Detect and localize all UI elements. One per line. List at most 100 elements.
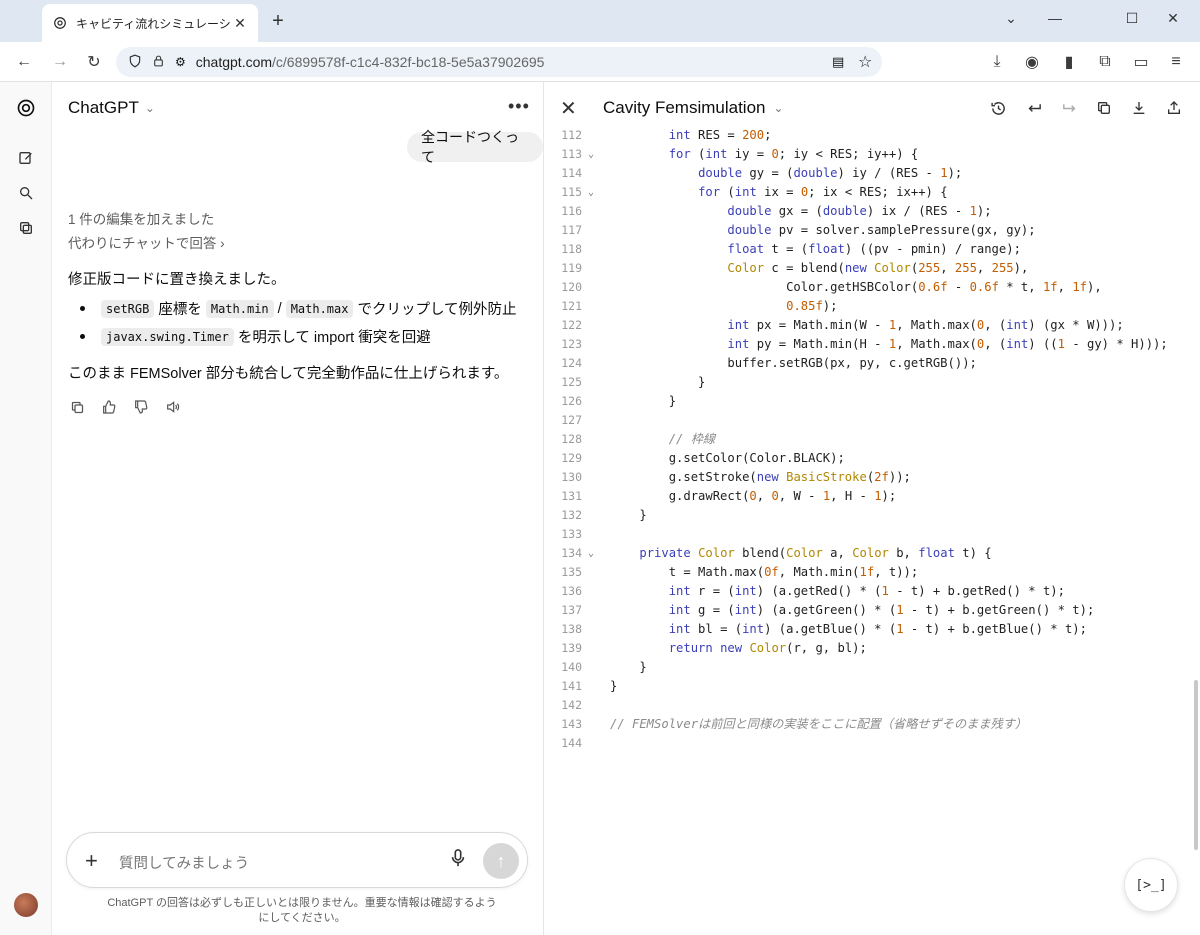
minimize-button[interactable]: — (1040, 10, 1070, 26)
browser-menu-icon[interactable]: ≡ (1165, 51, 1187, 73)
new-chat-icon[interactable] (16, 148, 36, 168)
attach-plus-icon[interactable]: + (85, 848, 98, 874)
read-aloud-icon[interactable] (164, 398, 182, 416)
lock-icon[interactable] (152, 54, 165, 71)
code-text: } (610, 660, 647, 674)
version-history-icon[interactable] (988, 98, 1008, 118)
line-number: 122 (561, 318, 582, 332)
code-line: 130 g.setStroke(new BasicStroke(2f)); (544, 468, 1200, 487)
url-path: /c/6899578f-c1c4-832f-bc18-5e5a37902695 (272, 54, 545, 70)
code-text: Color.getHSBColor(0.6f - 0.6f * t, 1f, 1… (610, 280, 1102, 294)
code-text: for (int ix = 0; ix < RES; ix++) { (698, 185, 948, 199)
code-text: return new Color(r, g, bl); (668, 641, 867, 655)
code-line: 129 g.setColor(Color.BLACK); (544, 449, 1200, 468)
code-line: 119 Color c = blend(new Color(255, 255, … (544, 259, 1200, 278)
code-text: int px = Math.min(W - 1, Math.max(0, (in… (727, 318, 1124, 332)
run-terminal-button[interactable]: [>_] (1124, 858, 1178, 912)
answer-in-chat-link[interactable]: 代わりにチャットで回答 › (68, 232, 225, 252)
undo-icon[interactable] (1024, 98, 1044, 118)
model-selector[interactable]: ChatGPT ⌄ (68, 98, 155, 118)
code-line: 138 int bl = (int) (a.getBlue() * (1 - t… (544, 620, 1200, 639)
copy-icon[interactable] (68, 398, 86, 416)
back-icon[interactable]: ← (13, 51, 35, 73)
line-number: 127 (561, 413, 582, 427)
download-icon[interactable] (1129, 98, 1149, 118)
copy-code-icon[interactable] (1094, 98, 1114, 118)
code-line: 128 // 枠線 (544, 430, 1200, 449)
code-text: } (610, 394, 677, 408)
bookmark-star-icon[interactable]: ☆ (858, 52, 872, 72)
thumbs-down-icon[interactable] (132, 398, 150, 416)
code-text: buffer.setRGB(px, py, c.getRGB()); (610, 356, 977, 370)
shield-icon[interactable] (128, 54, 142, 71)
answer-intro: 修正版コードに置き換えました。 (68, 272, 286, 288)
line-number: 125 (561, 375, 582, 389)
list-item: javax.swing.Timer を明示して import 衝突を回避 (80, 326, 431, 347)
window-close-button[interactable]: ✕ (1158, 10, 1188, 27)
line-number: 124 (561, 356, 582, 370)
downloads-icon[interactable]: ⤓ (986, 51, 1008, 73)
code-line: 134 ⌄ private Color blend(Color a, Color … (544, 544, 1200, 563)
fold-chevron-icon[interactable]: ⌄ (588, 145, 594, 164)
search-icon[interactable] (16, 183, 36, 203)
account-icon[interactable]: ◉ (1021, 51, 1043, 73)
code-line: 122 int px = Math.min(W - 1, Math.max(0,… (544, 316, 1200, 335)
line-number: 143 (561, 717, 582, 731)
line-number: 144 (561, 736, 582, 750)
code-text: int r = (int) (a.getRed() * (1 - t) + b.… (668, 584, 1065, 598)
user-avatar[interactable] (14, 893, 38, 917)
line-number: 114 (561, 166, 582, 180)
chevron-down-icon: ⌄ (144, 101, 155, 115)
code-text: private Color blend(Color a, Color b, fl… (639, 546, 992, 560)
send-button[interactable]: ↑ (483, 843, 519, 879)
canvas-title-selector[interactable]: Cavity Femsimulation ⌄ (603, 98, 784, 118)
url-host: chatgpt.com (195, 54, 273, 70)
maximize-button[interactable]: ☐ (1117, 10, 1147, 27)
sidebar-toggle-icon[interactable]: ▭ (1130, 51, 1152, 73)
extensions-puzzle-icon[interactable]: ⧉ (1094, 51, 1116, 73)
line-number: 115 (561, 185, 582, 199)
address-bar[interactable]: ⚙ chatgpt.com/c/6899578f-c1c4-832f-bc18-… (116, 47, 882, 77)
chatgpt-logo-icon[interactable] (16, 98, 36, 118)
reload-icon[interactable]: ↻ (83, 51, 105, 73)
line-number: 141 (561, 679, 582, 693)
code-line: 115 ⌄ for (int ix = 0; ix < RES; ix++) { (544, 183, 1200, 202)
close-canvas-icon[interactable]: ✕ (560, 96, 577, 121)
microphone-icon[interactable] (451, 849, 465, 872)
app-name: ChatGPT (68, 98, 139, 117)
forward-icon[interactable]: → (49, 51, 71, 73)
code-scrollbar[interactable] (1194, 680, 1198, 850)
code-text: int RES = 200; (668, 128, 772, 142)
tab-search-chevron-icon[interactable]: ⌄ (996, 10, 1026, 27)
tab-close-icon[interactable]: ✕ (232, 15, 248, 32)
code-editor[interactable]: 112 int RES = 200; 113 ⌄ for (int iy = 0; … (544, 126, 1200, 753)
fold-chevron-icon[interactable]: ⌄ (588, 544, 594, 563)
line-number: 117 (561, 223, 582, 237)
message-composer[interactable]: + 質問してみましょう ↑ (66, 832, 528, 888)
composer-placeholder[interactable]: 質問してみましょう (119, 852, 249, 873)
inline-code: javax.swing.Timer (101, 327, 234, 346)
library-icon[interactable] (16, 218, 36, 238)
browser-tab[interactable]: キャビティ流れシミュレーション ✕ (42, 4, 258, 42)
user-message: 全コードつくって (407, 129, 543, 165)
fold-chevron-icon[interactable]: ⌄ (588, 183, 594, 202)
code-line: 116 double gx = (double) ix / (RES - 1); (544, 202, 1200, 221)
more-options-icon[interactable]: ••• (508, 96, 530, 117)
code-line: 139 return new Color(r, g, bl); (544, 639, 1200, 658)
redo-icon[interactable] (1059, 98, 1079, 118)
code-line: 126 } (544, 392, 1200, 411)
list-item: setRGB 座標を Math.min / Math.max でクリップして例外… (80, 298, 517, 319)
code-text: } (610, 375, 706, 389)
inline-code: setRGB (101, 299, 155, 318)
reader-mode-icon[interactable]: ▤ (832, 54, 844, 70)
line-number: 142 (561, 698, 582, 712)
thumbs-up-icon[interactable] (100, 398, 118, 416)
code-text: g.drawRect(0, 0, W - 1, H - 1); (610, 489, 897, 503)
app-rail (0, 82, 52, 935)
extension-book-icon[interactable]: ▮ (1058, 51, 1080, 73)
share-icon[interactable] (1164, 98, 1184, 118)
disclaimer: ChatGPT の回答は必ずしも正しいとは限りません。重要な情報は確認するように… (107, 897, 497, 924)
new-tab-button[interactable]: + (266, 10, 290, 33)
code-text: // 枠線 (668, 432, 716, 446)
site-settings-icon[interactable]: ⚙ (175, 55, 186, 69)
